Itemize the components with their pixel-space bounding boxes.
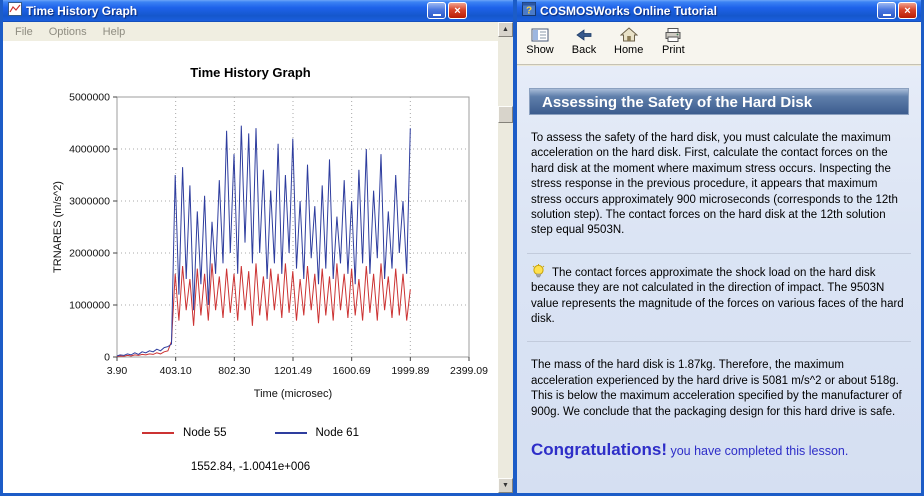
back-label: Back <box>571 44 597 56</box>
desktop: Time History Graph × File Options Help T… <box>0 0 924 496</box>
congratulations-rest-text: you have completed this lesson. <box>667 444 849 459</box>
node55-line-swatch <box>142 432 175 434</box>
right-window-controls: × <box>877 2 917 19</box>
time-history-chart: 0 1000000 2000000 3000000 4000000 5000000 3.90… <box>52 92 488 401</box>
lesson-banner: Assessing the Safety of the Hard Disk <box>529 88 909 115</box>
legend-label-node61: Node 61 <box>315 427 359 439</box>
print-icon <box>665 28 681 42</box>
svg-text:5000000: 5000000 <box>69 92 110 104</box>
scroll-down-button[interactable]: ▼ <box>498 478 513 493</box>
close-button[interactable]: × <box>898 2 917 19</box>
svg-text:403.10: 403.10 <box>160 365 192 377</box>
congratulations-line: Congratulations! you have completed this… <box>531 440 907 460</box>
paragraph-1: To assess the safety of the hard disk, y… <box>531 132 898 237</box>
menu-file[interactable]: File <box>7 24 41 40</box>
back-button[interactable]: Back <box>567 26 601 57</box>
tutorial-content: Assessing the Safety of the Hard Disk To… <box>517 66 921 493</box>
congratulations-bold-text: Congratulations! <box>531 440 667 460</box>
chart-window-icon <box>8 1 22 21</box>
svg-text:2000000: 2000000 <box>69 248 110 260</box>
legend-item-node61: Node 61 <box>274 427 359 439</box>
chart-legend: Node 55 Node 61 <box>3 427 498 439</box>
close-button[interactable]: × <box>448 2 467 19</box>
svg-text:3.90: 3.90 <box>107 365 128 377</box>
svg-text:1000000: 1000000 <box>69 300 110 312</box>
print-label: Print <box>662 44 685 56</box>
svg-text:1999.89: 1999.89 <box>391 365 429 377</box>
show-label: Show <box>526 44 554 56</box>
menu-options[interactable]: Options <box>41 24 95 40</box>
show-icon <box>531 28 549 42</box>
help-window-icon: ? <box>522 1 536 21</box>
tip-paragraph: The contact forces approximate the shock… <box>531 263 907 328</box>
chart-area: Time History Graph 0 1000000 2000000 300000… <box>3 41 498 493</box>
chart-title: Time History Graph <box>190 65 311 80</box>
left-window-menubar: File Options Help <box>3 22 513 42</box>
minimize-button[interactable] <box>427 2 446 19</box>
paragraph-2: The mass of the hard disk is 1.87kg. The… <box>531 359 902 418</box>
left-window-controls: × <box>427 2 467 19</box>
svg-text:802.30: 802.30 <box>218 365 250 377</box>
svg-text:?: ? <box>526 5 532 16</box>
legend-item-node55: Node 55 <box>142 427 227 439</box>
tutorial-window: ? COSMOSWorks Online Tutorial × Show Bac… <box>514 0 924 496</box>
time-history-graph-window: Time History Graph × File Options Help T… <box>0 0 516 496</box>
vertical-scrollbar[interactable]: ▲ ▼ <box>498 22 513 493</box>
svg-text:1201.49: 1201.49 <box>274 365 312 377</box>
lesson-banner-text: Assessing the Safety of the Hard Disk <box>542 94 813 111</box>
svg-text:Time (microsec): Time (microsec) <box>254 388 332 400</box>
home-icon <box>619 27 638 42</box>
left-window-title: Time History Graph <box>26 4 138 18</box>
right-window-titlebar[interactable]: ? COSMOSWorks Online Tutorial × <box>517 0 921 22</box>
home-button[interactable]: Home <box>611 26 646 57</box>
scroll-thumb[interactable] <box>498 106 513 123</box>
divider-top <box>527 252 911 254</box>
menu-help[interactable]: Help <box>95 24 134 40</box>
right-window-title: COSMOSWorks Online Tutorial <box>540 4 717 18</box>
node61-line-swatch <box>274 432 307 434</box>
left-window-titlebar[interactable]: Time History Graph × <box>3 0 513 22</box>
lightbulb-icon <box>531 263 546 279</box>
show-button[interactable]: Show <box>523 26 557 57</box>
svg-text:2399.09: 2399.09 <box>450 365 488 377</box>
minimize-glyph-icon <box>432 14 441 16</box>
divider-bottom <box>527 341 911 343</box>
minimize-button[interactable] <box>877 2 896 19</box>
home-label: Home <box>614 44 644 56</box>
help-toolbar: Show Back Home Print <box>517 22 921 65</box>
scroll-up-button[interactable]: ▲ <box>498 22 513 37</box>
print-button[interactable]: Print <box>656 26 690 57</box>
back-arrow-icon <box>576 29 592 41</box>
svg-text:TRNARES (m/s^2): TRNARES (m/s^2) <box>52 181 64 273</box>
svg-text:4000000: 4000000 <box>69 144 110 156</box>
minimize-glyph-icon <box>882 14 891 16</box>
svg-text:3000000: 3000000 <box>69 196 110 208</box>
tip-text: The contact forces approximate the shock… <box>531 266 904 326</box>
svg-text:0: 0 <box>104 352 110 364</box>
coordinate-readout: 1552.84, -1.0041e+006 <box>190 461 311 473</box>
legend-label-node55: Node 55 <box>183 427 227 439</box>
svg-text:1600.69: 1600.69 <box>333 365 371 377</box>
